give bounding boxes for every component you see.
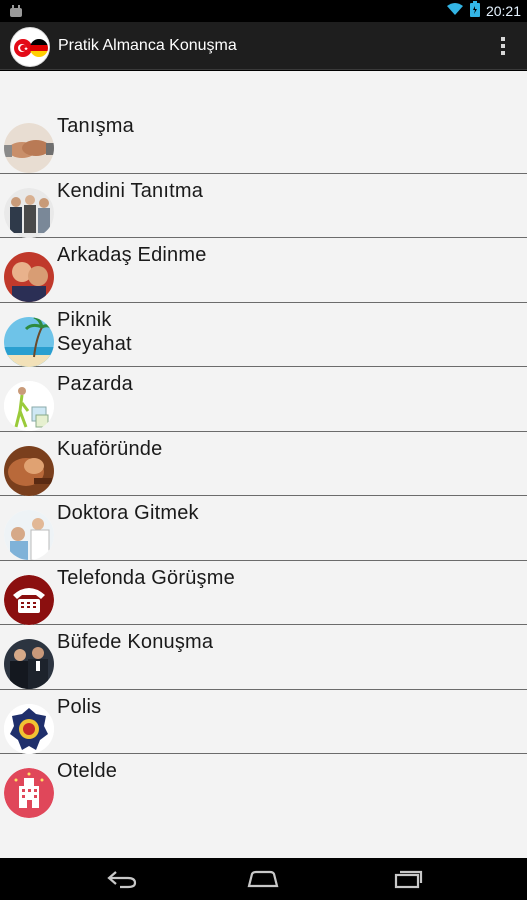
list-item-label: Tanışma	[57, 115, 134, 137]
list-item[interactable]: Kuaföründe	[0, 432, 527, 496]
list-item[interactable]: Piknik Seyahat	[0, 303, 527, 367]
list-item[interactable]: Büfede Konuşma	[0, 625, 527, 690]
telephone-icon	[4, 574, 54, 625]
list-item[interactable]: Telefonda Görüşme	[0, 561, 527, 625]
list-item[interactable]: Otelde	[0, 754, 527, 819]
friends-icon	[4, 252, 54, 302]
list-item-label: Pazarda	[57, 373, 133, 395]
list-item-label: Doktora Gitmek	[57, 502, 199, 524]
list-item-label: Polis	[57, 695, 102, 718]
android-notification-icon	[8, 4, 24, 18]
topic-list: Tanışma Kendini Tanıtma Arkadaş Edinme P…	[0, 109, 527, 819]
hotel-icon	[4, 768, 54, 818]
list-item[interactable]: Doktora Gitmek	[0, 496, 527, 561]
list-item-label: Otelde	[57, 760, 118, 782]
handshake-icon	[4, 123, 54, 173]
beach-icon	[4, 316, 54, 367]
home-icon[interactable]	[245, 866, 281, 892]
wifi-icon	[446, 2, 464, 21]
battery-icon	[469, 0, 480, 22]
recents-icon[interactable]	[390, 866, 426, 892]
list-item[interactable]: Pazarda	[0, 367, 527, 432]
status-bar: 20:21	[0, 0, 527, 22]
list-item[interactable]: Tanışma	[0, 109, 527, 174]
hairdresser-icon	[4, 445, 54, 496]
topic-list-container: Tanışma Kendini Tanıtma Arkadaş Edinme P…	[0, 71, 527, 858]
turkish-german-flags-icon[interactable]	[10, 27, 50, 67]
action-bar: Pratik Almanca Konuşma	[0, 22, 527, 70]
list-item-label: Büfede Konuşma	[57, 631, 214, 653]
back-icon[interactable]	[104, 866, 140, 892]
list-item[interactable]: Arkadaş Edinme	[0, 238, 527, 303]
status-time: 20:21	[485, 3, 521, 19]
app-title: Pratik Almanca Konuşma	[58, 37, 237, 54]
doctor-icon	[4, 510, 54, 560]
people-group-icon	[4, 187, 54, 238]
navigation-bar	[0, 858, 527, 900]
overflow-menu-icon[interactable]	[491, 34, 515, 58]
shopping-icon	[4, 381, 54, 431]
list-item-label: Piknik Seyahat	[57, 308, 132, 355]
list-item-label: Arkadaş Edinme	[57, 244, 207, 266]
list-item[interactable]: Polis	[0, 690, 527, 754]
list-item-label: Kuaföründe	[57, 437, 163, 460]
police-badge-icon	[4, 703, 54, 754]
list-item-label: Telefonda Görüşme	[57, 566, 235, 589]
list-item[interactable]: Kendini Tanıtma	[0, 174, 527, 238]
list-item-label: Kendini Tanıtma	[57, 179, 204, 202]
business-people-icon	[4, 639, 54, 689]
